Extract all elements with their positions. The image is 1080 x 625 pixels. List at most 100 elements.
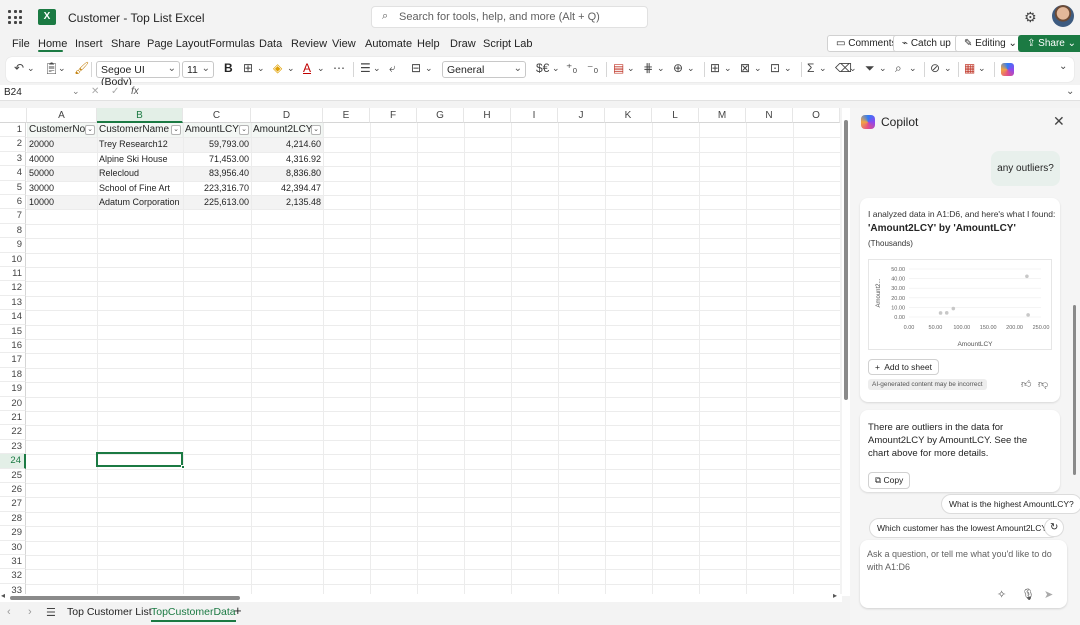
- row-header-12[interactable]: 12: [0, 281, 26, 296]
- editing-mode-button[interactable]: ✎ Editing ⌄: [955, 35, 1026, 52]
- share-button[interactable]: ⇪ Share ⌄: [1018, 35, 1080, 52]
- chevron-down-icon[interactable]: ⌄: [58, 63, 66, 74]
- menu-formulas[interactable]: Formulas: [209, 38, 255, 50]
- name-box[interactable]: B24: [4, 87, 22, 98]
- format-painter-icon[interactable]: 🖌︎: [74, 61, 89, 75]
- row-header-3[interactable]: 3: [0, 151, 26, 167]
- table-cell[interactable]: 59,793.00: [184, 137, 250, 151]
- row-header-7[interactable]: 7: [0, 209, 26, 224]
- autosum-icon[interactable]: Σ: [807, 61, 814, 75]
- all-sheets-menu-icon[interactable]: ☰: [46, 606, 56, 619]
- filter-dropdown-icon[interactable]: ⌄: [85, 125, 95, 135]
- settings-gear-icon[interactable]: ⚙: [1024, 9, 1037, 26]
- cancel-icon[interactable]: ✕: [91, 86, 99, 97]
- font-name-select[interactable]: Segoe UI (Body) ⌄: [96, 61, 180, 88]
- spreadsheet-grid[interactable]: A B C D E F G H I J K L M N O 1 2 3 4 5 6 7 8 9 10 11 12 13 14 15 16 17…: [0, 108, 840, 596]
- chevron-down-icon[interactable]: ⌄: [909, 63, 917, 74]
- menu-script-lab[interactable]: Script Lab: [483, 38, 533, 50]
- copilot-icon[interactable]: [1001, 63, 1014, 76]
- find-icon[interactable]: ⌕: [895, 61, 902, 76]
- merge-cells-icon[interactable]: ⊟: [411, 61, 421, 75]
- chevron-down-icon[interactable]: ⌄: [724, 63, 732, 74]
- copilot-input[interactable]: Ask a question, or tell me what you'd li…: [860, 540, 1067, 608]
- menu-draw[interactable]: Draw: [450, 38, 476, 50]
- menu-data[interactable]: Data: [259, 38, 282, 50]
- function-icon[interactable]: fx: [131, 86, 139, 97]
- active-cell[interactable]: [96, 452, 183, 467]
- row-header-17[interactable]: 17: [0, 353, 26, 368]
- table-cell[interactable]: 71,453.00: [184, 152, 250, 166]
- menu-review[interactable]: Review: [291, 38, 327, 50]
- column-header-m[interactable]: M: [699, 108, 746, 123]
- sort-filter-icon[interactable]: ⏷: [865, 61, 875, 76]
- enter-icon[interactable]: ✓: [111, 86, 119, 97]
- sensitivity-icon[interactable]: ⊘: [930, 61, 940, 75]
- column-header-j[interactable]: J: [558, 108, 605, 123]
- table-cell[interactable]: 40000: [28, 152, 96, 166]
- add-sheet-button[interactable]: +: [234, 603, 242, 618]
- catch-up-button[interactable]: ⌁ Catch up: [893, 35, 960, 52]
- table-cell[interactable]: 4,214.60: [252, 137, 322, 151]
- select-all-corner[interactable]: [0, 108, 27, 123]
- expand-formula-bar-icon[interactable]: ⌄: [1066, 86, 1074, 97]
- increase-decimal-icon[interactable]: ⁺₀: [566, 61, 577, 75]
- table-cell[interactable]: 30000: [28, 181, 96, 195]
- row-header-28[interactable]: 28: [0, 511, 26, 527]
- row-header-15[interactable]: 15: [0, 324, 26, 339]
- row-header-25[interactable]: 25: [0, 468, 26, 483]
- filter-dropdown-icon[interactable]: ⌄: [171, 125, 181, 135]
- scrollbar-thumb[interactable]: [844, 120, 848, 400]
- row-header-6[interactable]: 6: [0, 195, 26, 210]
- menu-help[interactable]: Help: [417, 38, 440, 50]
- refresh-suggestions-icon[interactable]: ↻: [1044, 518, 1065, 537]
- table-cell[interactable]: School of Fine Art: [98, 181, 182, 195]
- row-header-10[interactable]: 10: [0, 252, 26, 267]
- column-header-e[interactable]: E: [323, 108, 370, 123]
- scatter-chart[interactable]: 0.00 10.00 20.00 30.00 40.00 50.00 0.00 50.00 10…: [868, 259, 1052, 350]
- column-header-l[interactable]: L: [652, 108, 699, 123]
- search-box[interactable]: ⌕ Search for tools, help, and more (Alt …: [371, 6, 648, 28]
- row-header-27[interactable]: 27: [0, 497, 26, 512]
- currency-format-icon[interactable]: $€: [536, 61, 549, 75]
- table-cell[interactable]: 223,316.70: [184, 181, 250, 195]
- font-color-icon[interactable]: A: [303, 61, 311, 75]
- copy-button[interactable]: ⧉ Copy: [868, 472, 911, 489]
- sheet-tab-top-customer-list[interactable]: Top Customer List: [67, 606, 152, 618]
- chevron-down-icon[interactable]: ⌄: [944, 63, 952, 74]
- copilot-scrollbar-thumb[interactable]: [1073, 305, 1076, 475]
- chevron-down-icon[interactable]: ⌄: [978, 63, 986, 74]
- column-header-h[interactable]: H: [464, 108, 511, 123]
- suggestion-highest-amountlcy[interactable]: What is the highest AmountLCY?: [941, 494, 1080, 514]
- next-sheet-icon[interactable]: ›: [28, 606, 32, 618]
- format-cells-icon[interactable]: ⊡: [770, 61, 780, 75]
- table-cell[interactable]: 225,613.00: [184, 195, 250, 209]
- close-icon[interactable]: ✕: [1053, 113, 1065, 130]
- more-options-icon[interactable]: ⋯: [333, 61, 345, 75]
- row-header-29[interactable]: 29: [0, 526, 26, 541]
- table-cell[interactable]: Relecloud: [98, 166, 182, 180]
- table-cell[interactable]: 20000: [28, 137, 96, 151]
- chevron-down-icon[interactable]: ⌄: [657, 63, 665, 74]
- vertical-scrollbar[interactable]: [842, 108, 850, 596]
- decrease-decimal-icon[interactable]: ⁻₀: [587, 61, 598, 75]
- row-header-22[interactable]: 22: [0, 425, 26, 440]
- bold-button[interactable]: B: [224, 61, 233, 75]
- column-header-i[interactable]: I: [511, 108, 558, 123]
- row-header-31[interactable]: 31: [0, 555, 26, 570]
- chevron-down-icon[interactable]: ⌄: [72, 86, 80, 97]
- row-header-16[interactable]: 16: [0, 339, 26, 354]
- table-cell[interactable]: 4,316.92: [252, 152, 322, 166]
- column-header-c[interactable]: C: [183, 108, 251, 123]
- filter-dropdown-icon[interactable]: ⌄: [311, 125, 321, 135]
- column-header-k[interactable]: K: [605, 108, 652, 123]
- table-cell[interactable]: 83,956.40: [184, 166, 250, 180]
- align-icon[interactable]: ☰: [360, 61, 371, 75]
- table-cell[interactable]: Adatum Corporation: [98, 195, 182, 209]
- column-header-n[interactable]: N: [746, 108, 793, 123]
- thumbs-down-icon[interactable]: 👎︎: [1038, 378, 1048, 390]
- insert-cells-icon[interactable]: ⊞: [710, 61, 720, 75]
- column-header-g[interactable]: G: [417, 108, 464, 123]
- document-title[interactable]: Customer - Top List Excel: [68, 11, 205, 25]
- column-header-a[interactable]: A: [27, 108, 97, 123]
- fill-color-icon[interactable]: ◈: [273, 61, 282, 75]
